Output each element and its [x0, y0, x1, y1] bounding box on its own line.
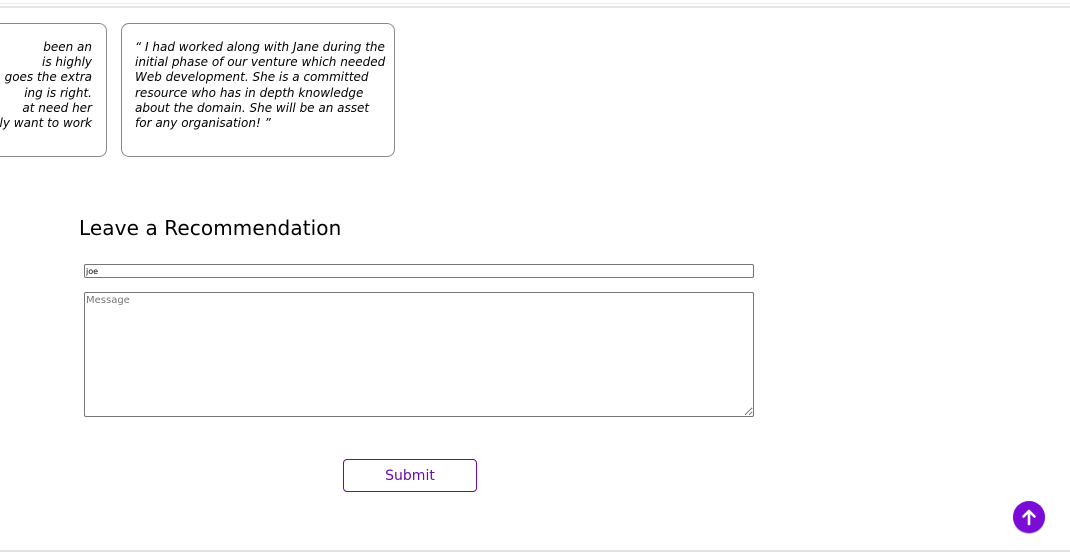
testimonial-card: “ I had worked along with Jane during th… — [121, 23, 395, 157]
top-divider — [0, 0, 1070, 8]
testimonial-quote: been an is highly goes the extra ing is … — [0, 40, 92, 131]
arrow-up-icon — [1022, 509, 1036, 526]
testimonial-line: at need her — [22, 100, 92, 115]
message-textarea[interactable] — [84, 292, 754, 417]
bottom-divider — [0, 550, 1070, 552]
name-input[interactable] — [84, 264, 754, 278]
testimonial-line: ly want to work — [0, 116, 92, 131]
submit-button[interactable]: Submit — [343, 459, 477, 492]
recommendation-title: Leave a Recommendation — [79, 216, 342, 240]
testimonial-card: been an is highly goes the extra ing is … — [0, 23, 107, 157]
testimonial-line: been an — [43, 40, 92, 54]
testimonial-line: is highly — [42, 55, 92, 70]
testimonial-line: goes the extra — [4, 70, 92, 85]
back-to-top-button[interactable] — [1013, 501, 1045, 533]
testimonial-quote: “ I had worked along with Jane during th… — [135, 40, 386, 131]
testimonial-line: ing is right. — [24, 85, 92, 100]
